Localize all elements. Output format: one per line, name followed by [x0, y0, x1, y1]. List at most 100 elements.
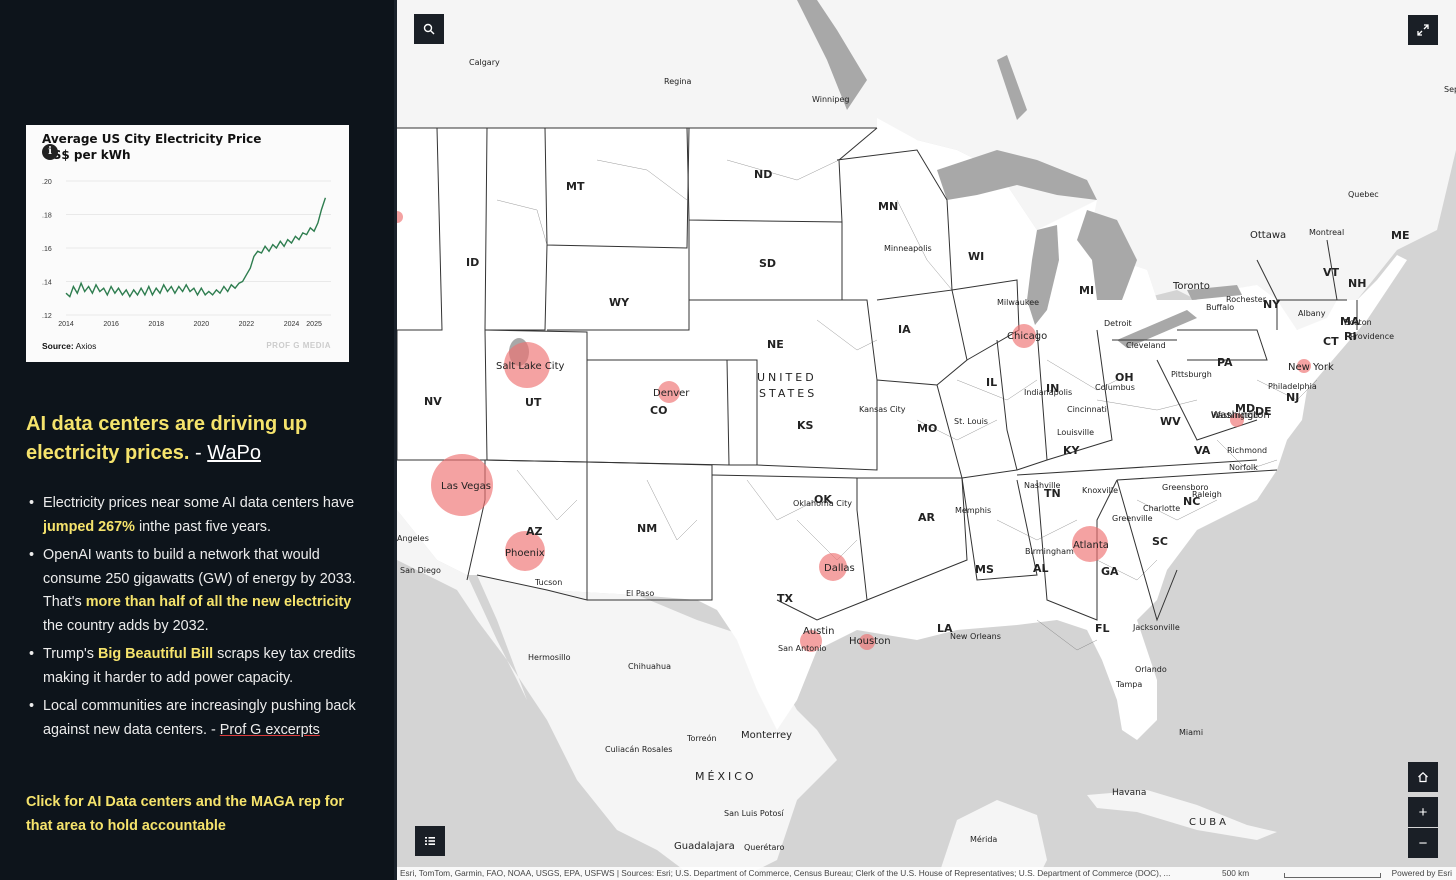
state-label-fl: FL [1095, 622, 1110, 635]
state-label-nv: NV [424, 395, 442, 408]
circle-label-austin: Austin [803, 626, 834, 637]
state-label-ne: NE [767, 338, 784, 351]
city-label: Winnipeg [812, 95, 849, 104]
city-label: Detroit [1104, 319, 1132, 328]
map-expand-button[interactable] [1408, 15, 1438, 45]
chart-x-tick-label: 2024 [284, 321, 300, 328]
bullet-text: Electricity prices near some AI data cen… [43, 495, 355, 511]
city-label: Kansas City [859, 405, 906, 414]
city-label: Culiacán Rosales [605, 745, 672, 754]
city-label: Cleveland [1126, 341, 1166, 350]
city-label: Raleigh [1192, 490, 1222, 499]
chart-y-tick-label: .14 [42, 280, 52, 287]
map-legend-button[interactable] [415, 826, 445, 856]
state-label-pa: PA [1217, 356, 1233, 369]
bullet-text: inthe past five years. [134, 518, 271, 535]
city-label: Buffalo [1206, 303, 1234, 312]
chart-y-tick-label: .12 [42, 313, 52, 320]
chart-x-tick-label: 2022 [239, 321, 255, 328]
bullet-item: Local communities are increasingly pushi… [29, 695, 373, 742]
search-icon [423, 23, 435, 35]
country-label-cuba: CUBA [1189, 817, 1229, 828]
state-label-wy: WY [609, 296, 630, 309]
state-label-ga: GA [1101, 565, 1119, 578]
city-label: Memphis [955, 506, 991, 515]
city-label: Greenville [1112, 514, 1153, 523]
city-label: Torreón [686, 733, 717, 743]
chart-y-tick-label: .18 [42, 213, 52, 220]
headline: AI data centers are driving up electrici… [26, 410, 366, 468]
circle-label-chicago: Chicago [1007, 331, 1047, 342]
city-label: Providence [1350, 332, 1394, 341]
story-sidebar: Average US City Electricity Price US$ pe… [0, 0, 394, 880]
electricity-price-chart-card: Average US City Electricity Price US$ pe… [26, 125, 349, 362]
chart-x-tick-label: 2025 [306, 321, 322, 328]
state-label-nj: NJ [1286, 391, 1299, 404]
circle-label-dallas: Dallas [824, 563, 855, 574]
state-label-nh: NH [1348, 277, 1366, 290]
prof-g-excerpts-link[interactable]: Prof G excerpts [220, 722, 320, 738]
state-label-ms: MS [975, 563, 994, 576]
city-label: Querétaro [744, 842, 784, 852]
city-label: Angeles [397, 534, 429, 543]
scale-bar [1284, 873, 1381, 878]
headline-separator: - [189, 442, 208, 464]
wapo-link[interactable]: WaPo [207, 442, 261, 464]
city-label: Montreal [1309, 228, 1344, 237]
state-label-nd: ND [754, 168, 772, 181]
city-label: Knoxville [1082, 486, 1118, 495]
bullet-highlight: jumped 267% [43, 518, 135, 535]
city-label: Tampa [1115, 680, 1142, 689]
city-label: Quebec [1348, 190, 1379, 199]
state-label-me: ME [1391, 229, 1409, 242]
map-search-button[interactable] [414, 14, 444, 44]
state-label-ar: AR [918, 511, 936, 524]
map-home-button[interactable] [1408, 762, 1438, 792]
state-label-mt: MT [566, 180, 585, 193]
state-label-mo: MO [917, 422, 937, 435]
attribution-text[interactable]: Esri, TomTom, Garmin, FAO, NOAA, USGS, E… [400, 867, 1222, 880]
city-label: San Antonio [778, 644, 826, 653]
city-label: Sep [1444, 85, 1456, 94]
city-label: San Luis Potosí [724, 809, 785, 818]
state-label-tx: TX [777, 592, 794, 605]
country-label-mexico: MÉXICO [695, 770, 757, 783]
city-label: Nashville [1024, 481, 1061, 490]
city-label: Philadelphia [1268, 382, 1317, 391]
state-label-ky: KY [1063, 444, 1081, 457]
city-label: Minneapolis [884, 244, 932, 253]
state-label-ct: CT [1323, 335, 1339, 348]
city-label: Pittsburgh [1171, 370, 1212, 379]
powered-by-esri[interactable]: Powered by Esri [1392, 867, 1452, 880]
list-icon [425, 837, 435, 845]
city-label: Louisville [1057, 428, 1094, 437]
circle-label-houston: Houston [849, 636, 891, 647]
us-map[interactable]: Salt Lake City Denver Las Vegas Phoenix … [397, 0, 1456, 880]
bullet-item: Trump's Big Beautiful Bill scraps key ta… [29, 643, 373, 690]
call-to-action[interactable]: Click for AI Data centers and the MAGA r… [26, 791, 366, 838]
bullet-highlight: more than half of all the new electricit… [85, 594, 352, 611]
city-label: Charlotte [1143, 504, 1180, 513]
city-label: El Paso [626, 589, 654, 598]
bullet-item: OpenAI wants to build a network that wou… [29, 544, 373, 639]
city-label: Milwaukee [997, 298, 1039, 307]
chart-x-tick-label: 2014 [58, 321, 74, 328]
city-label: Ottawa [1250, 230, 1286, 241]
map-view[interactable]: Salt Lake City Denver Las Vegas Phoenix … [397, 0, 1456, 880]
electricity-price-line-chart: .20 .18 .16 .14 .12 2014 2016 2018 2020 2022 2024 2… [42, 179, 331, 328]
city-label: Tucson [534, 578, 562, 587]
state-label-nm: NM [637, 522, 657, 535]
state-label-ut: UT [525, 396, 542, 409]
chart-x-tick-label: 2018 [148, 321, 164, 328]
zoom-in-button[interactable]: + [1408, 797, 1438, 827]
zoom-out-button[interactable]: − [1408, 828, 1438, 858]
bullet-item: Electricity prices near some AI data cen… [29, 492, 373, 539]
circle-label-denver: Denver [653, 388, 690, 399]
city-label: Calgary [469, 58, 500, 67]
state-label-al: AL [1033, 562, 1049, 575]
state-label-sd: SD [759, 257, 776, 270]
headline-text: AI data centers are driving up electrici… [26, 413, 308, 464]
city-label: St. Louis [954, 417, 988, 426]
chart-source-label: Source: [42, 341, 74, 351]
city-label: Havana [1112, 788, 1146, 798]
